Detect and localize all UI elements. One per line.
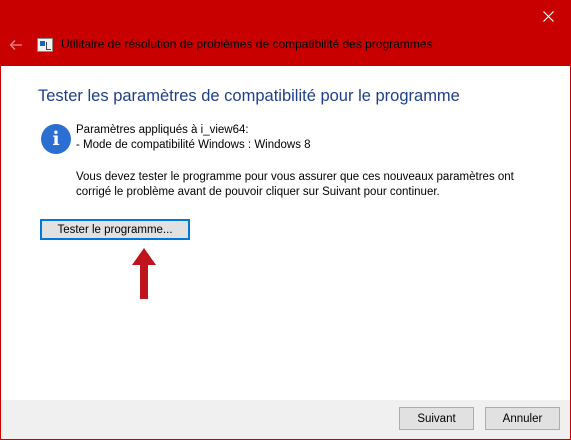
cancel-button[interactable]: Annuler [485, 407, 560, 430]
applied-settings-mode: - Mode de compatibilité Windows : Window… [76, 139, 311, 151]
back-button[interactable] [6, 36, 26, 54]
troubleshooter-icon [37, 38, 53, 52]
red-arrow-annotation [132, 248, 156, 299]
back-arrow-icon [9, 40, 22, 50]
test-program-button[interactable]: Tester le programme... [40, 219, 190, 240]
main-content: Tester les paramètres de compatibilité p… [1, 66, 570, 400]
applied-settings: Paramètres appliqués à i_view64: - Mode … [76, 123, 311, 153]
window-title: Utilitaire de résolution de problèmes de… [61, 37, 433, 51]
troubleshooter-window: Utilitaire de résolution de problèmes de… [0, 0, 571, 440]
title-bar: Utilitaire de résolution de problèmes de… [0, 0, 571, 66]
footer-bar: Suivant Annuler [1, 400, 570, 439]
info-icon: i [41, 124, 71, 154]
close-icon [542, 10, 554, 22]
applied-settings-program: Paramètres appliqués à i_view64: [76, 124, 249, 136]
close-button[interactable] [525, 0, 571, 32]
page-title: Tester les paramètres de compatibilité p… [38, 87, 460, 105]
next-button[interactable]: Suivant [399, 407, 474, 430]
instruction-message: Vous devez tester le programme pour vous… [76, 171, 514, 198]
